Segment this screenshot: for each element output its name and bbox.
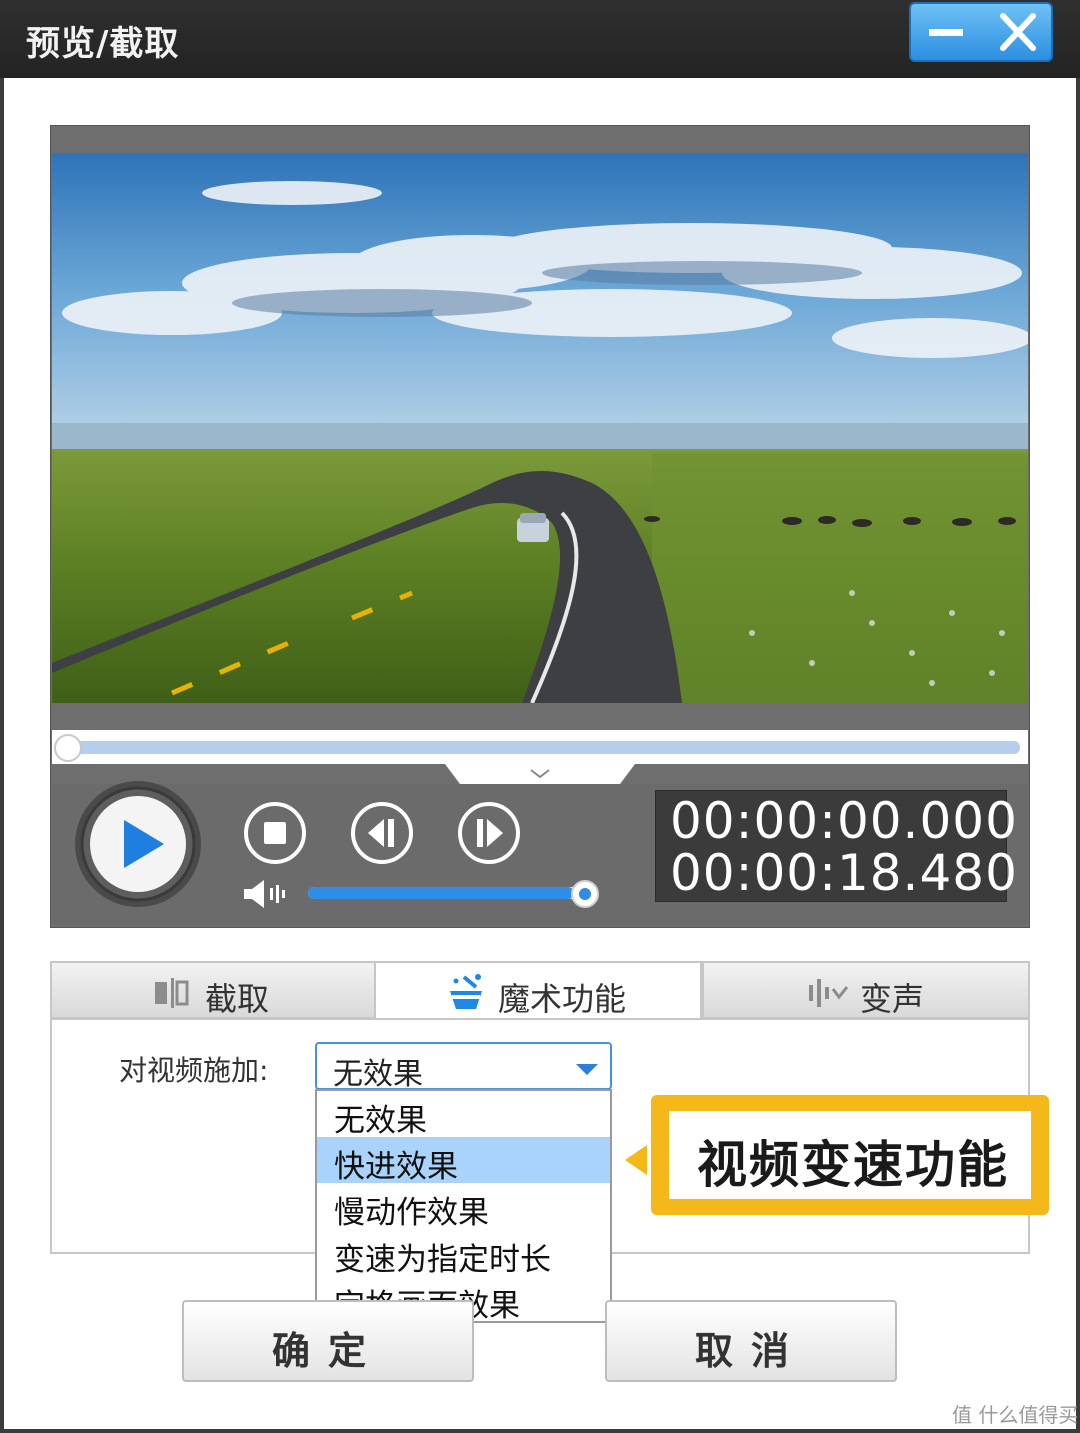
cancel-button[interactable]: 取消 — [605, 1300, 897, 1382]
total-time: 00:00:18.480 — [670, 844, 1018, 902]
current-time: 00:00:00.000 — [670, 792, 1018, 850]
next-frame-icon — [487, 819, 503, 847]
apply-effect-label: 对视频施加: — [119, 1054, 269, 1087]
seek-bar[interactable] — [52, 730, 1028, 764]
seek-track[interactable] — [62, 741, 1020, 754]
effect-option-slow-motion[interactable]: 慢动作效果 — [317, 1183, 610, 1231]
time-display: 00:00:00.000 00:00:18.480 — [655, 790, 1017, 902]
volume-fill — [308, 887, 574, 899]
effect-option-fixed-duration[interactable]: 变速为指定时长 — [317, 1230, 610, 1278]
chevron-down-icon[interactable] — [576, 1064, 598, 1075]
effect-dropdown: 无效果 快进效果 慢动作效果 变速为指定时长 定格画面效果 — [315, 1089, 612, 1324]
stop-icon — [264, 822, 286, 844]
video-preview[interactable] — [52, 153, 1028, 703]
next-frame-button[interactable] — [457, 801, 521, 865]
window-controls — [909, 2, 1053, 62]
minimize-icon — [929, 29, 963, 36]
ok-button[interactable]: 确定 — [182, 1300, 474, 1382]
effect-option-none[interactable]: 无效果 — [317, 1091, 610, 1139]
cancel-button-label: 取消 — [694, 1329, 807, 1373]
video-frame-image — [52, 153, 1028, 703]
tab-magic-label: 魔术功能 — [498, 980, 627, 1018]
minimize-button[interactable] — [911, 4, 981, 60]
tab-trim[interactable]: 截取 — [50, 961, 376, 1019]
effect-select[interactable]: 无效果 — [315, 1042, 612, 1092]
waveform-icon — [809, 979, 849, 1007]
window-title: 预览/截取 — [26, 24, 180, 64]
callout-pointer — [625, 1145, 647, 1175]
effect-select-value: 无效果 — [333, 1057, 423, 1092]
effect-option-fast-forward[interactable]: 快进效果 — [317, 1137, 610, 1185]
previous-frame-button[interactable] — [350, 801, 414, 865]
trim-icon — [155, 978, 189, 1008]
watermark: 值 什么值得买 — [952, 1403, 1079, 1427]
stop-button[interactable] — [243, 801, 307, 865]
close-icon — [1000, 13, 1036, 51]
volume-icon[interactable] — [242, 877, 292, 911]
tab-voice-change-label: 变声 — [860, 980, 925, 1018]
tab-bar: 截取 魔术功能 变声 — [50, 961, 1030, 1021]
seek-thumb[interactable] — [54, 734, 82, 762]
previous-frame-icon — [368, 819, 384, 847]
collapse-notch[interactable] — [445, 764, 635, 786]
volume-thumb[interactable] — [571, 880, 599, 908]
close-button[interactable] — [983, 4, 1053, 60]
magic-wand-icon — [450, 974, 482, 1009]
tab-magic[interactable]: 魔术功能 — [374, 961, 702, 1021]
volume-slider[interactable] — [308, 887, 588, 899]
tab-trim-label: 截取 — [205, 980, 270, 1018]
title-bar[interactable]: 预览/截取 — [0, 0, 1080, 78]
ok-button-label: 确定 — [271, 1329, 384, 1373]
tab-voice-change[interactable]: 变声 — [702, 961, 1030, 1019]
play-button[interactable] — [74, 780, 202, 908]
callout-text: 视频变速功能 — [697, 1136, 1009, 1194]
